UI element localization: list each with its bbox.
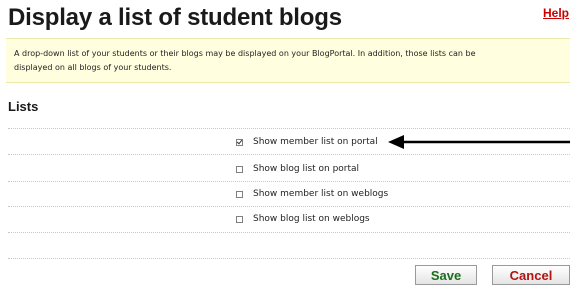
option-label: Show member list on portal <box>253 137 378 147</box>
section-title-lists: Lists <box>8 99 39 114</box>
cancel-button[interactable]: Cancel <box>492 265 570 285</box>
checkbox-blog-list-weblogs[interactable] <box>236 215 243 223</box>
help-link[interactable]: Help <box>543 6 569 20</box>
divider <box>8 154 570 155</box>
option-label: Show member list on weblogs <box>253 189 389 199</box>
checkbox-member-list-weblogs[interactable] <box>236 190 243 198</box>
option-show-member-list-portal[interactable]: Show member list on portal <box>236 135 378 149</box>
checkbox-blog-list-portal[interactable] <box>236 165 243 173</box>
info-text-line-2: displayed on all blogs of your students. <box>14 63 172 72</box>
divider <box>8 206 570 207</box>
info-text-line-1: A drop-down list of your students or the… <box>14 49 476 58</box>
info-box: A drop-down list of your students or the… <box>6 38 570 83</box>
page-title: Display a list of student blogs <box>8 4 342 31</box>
annotation-arrow-icon <box>388 135 570 149</box>
save-button[interactable]: Save <box>415 265 477 285</box>
option-show-member-list-weblogs[interactable]: Show member list on weblogs <box>236 187 388 201</box>
option-label: Show blog list on portal <box>253 164 360 174</box>
divider <box>8 232 570 233</box>
divider <box>8 181 570 182</box>
divider <box>8 258 570 259</box>
divider <box>8 128 570 129</box>
checkbox-member-list-portal[interactable] <box>236 138 243 146</box>
option-label: Show blog list on weblogs <box>253 214 370 224</box>
option-show-blog-list-weblogs[interactable]: Show blog list on weblogs <box>236 212 370 226</box>
option-show-blog-list-portal[interactable]: Show blog list on portal <box>236 162 359 176</box>
